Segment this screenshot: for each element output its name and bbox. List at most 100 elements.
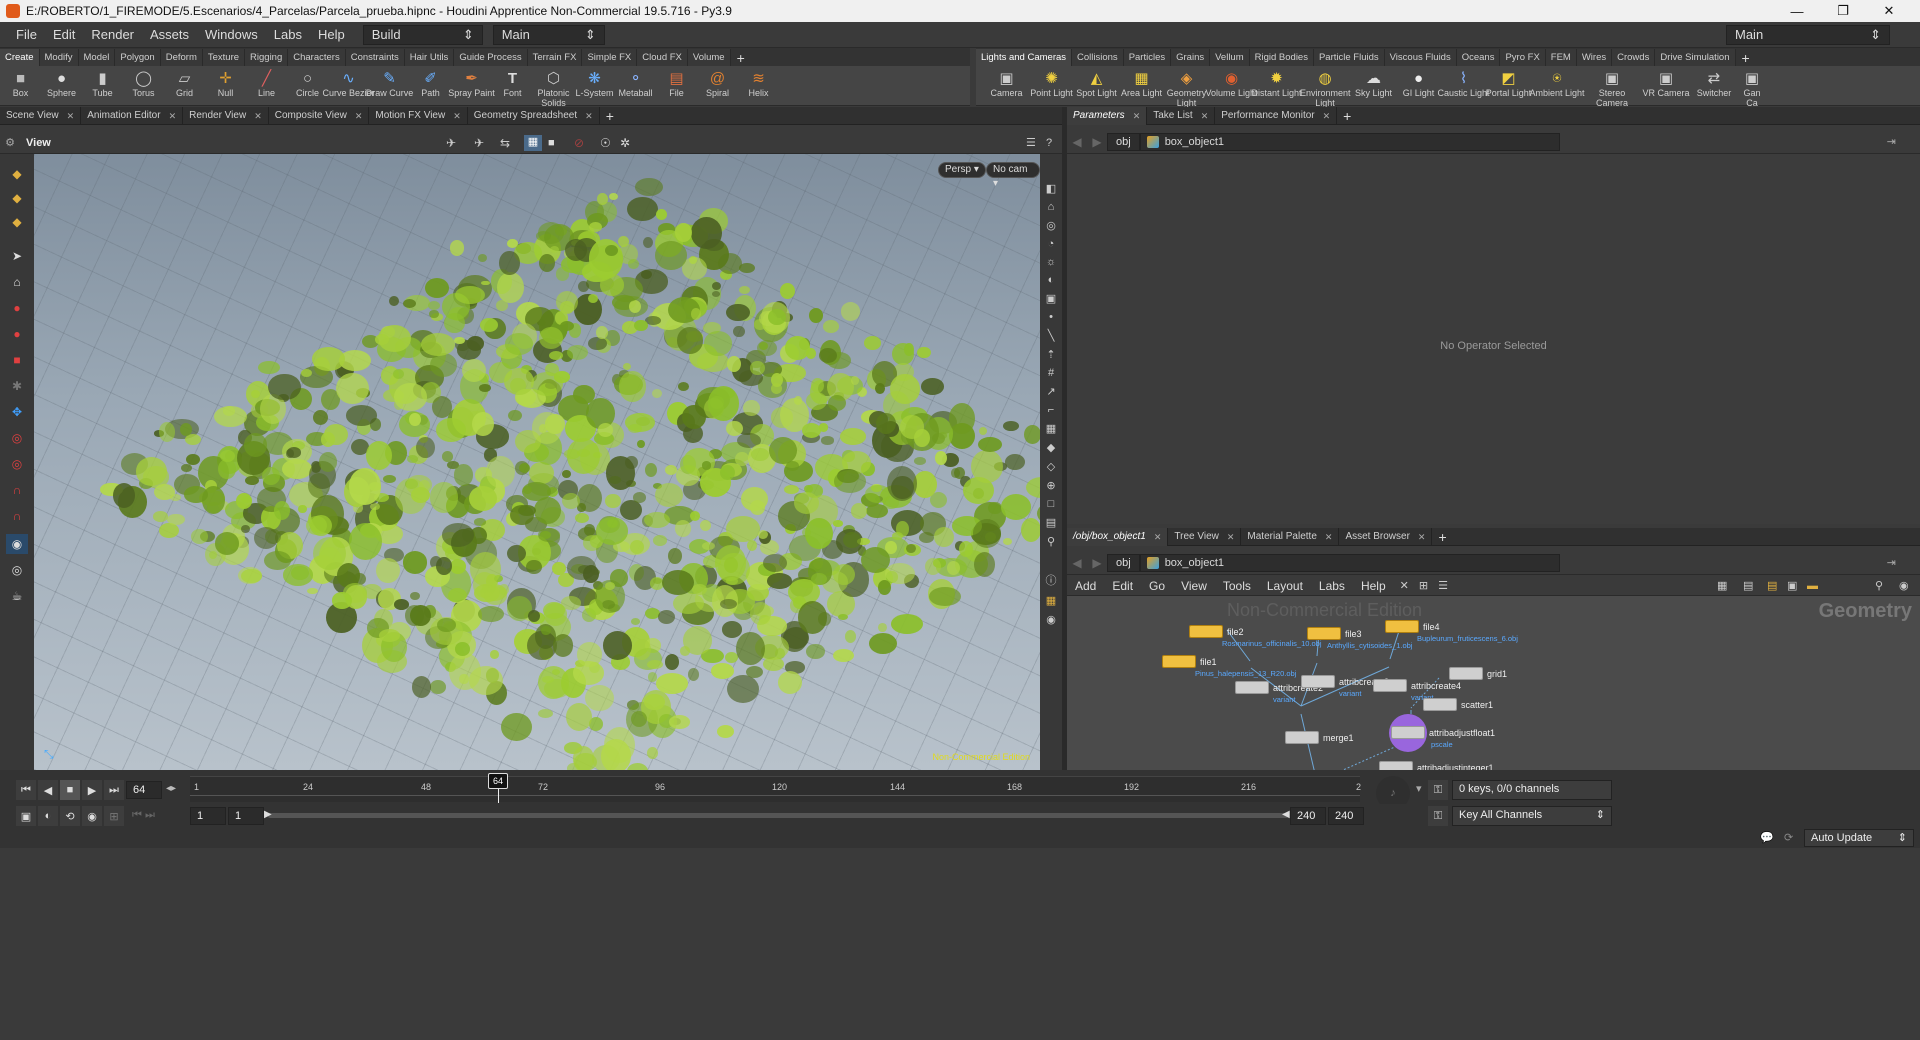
tab-performance-monitor[interactable]: Performance Monitor ✕ (1215, 106, 1338, 125)
path-root[interactable]: obj (1107, 553, 1140, 572)
shelf-tab-pyro-fx[interactable]: Pyro FX (1500, 49, 1546, 66)
no-entry-icon[interactable]: ⊘ (574, 136, 584, 150)
shelf-tab-drive-simulation[interactable]: Drive Simulation (1655, 49, 1736, 66)
normals-icon[interactable]: ⇡ (1046, 348, 1055, 361)
tool-geometry-light[interactable]: ◈ Geometry Light (1164, 66, 1209, 108)
close-tab-icon[interactable]: ✕ (1154, 528, 1162, 546)
net-menu-go[interactable]: Go (1141, 579, 1173, 593)
vector-icon[interactable]: ↗ (1046, 385, 1055, 398)
net-menu-view[interactable]: View (1173, 579, 1215, 593)
menu-file[interactable]: File (8, 27, 45, 42)
tool-grid[interactable]: ▱ Grid (164, 66, 205, 98)
main-desktop-select[interactable]: Main ⇕ (492, 24, 605, 45)
forward-arrow-icon[interactable]: ▶ (1087, 135, 1107, 149)
settings-icon[interactable]: ✲ (620, 136, 630, 150)
tab-animation-editor[interactable]: Animation Editor ✕ (81, 106, 184, 125)
settings-playbar-icon[interactable]: ◉ (82, 806, 102, 826)
tab-asset-browser[interactable]: Asset Browser ✕ (1339, 527, 1433, 546)
frame-marker[interactable]: 64 (488, 773, 508, 789)
menu-render[interactable]: Render (83, 27, 142, 42)
ghost-icon[interactable]: ◔ (1048, 238, 1055, 250)
shelf-tab-model[interactable]: Model (78, 49, 116, 66)
close-tab-icon[interactable]: ✕ (1201, 107, 1209, 125)
net-menu-add[interactable]: Add (1067, 579, 1104, 593)
shelf-tab-lights-cameras[interactable]: Lights and Cameras (976, 49, 1073, 66)
numbers-icon[interactable]: # (1048, 367, 1054, 379)
shelf-tab-modify[interactable]: Modify (39, 49, 79, 66)
shelf-tab-constraints[interactable]: Constraints (345, 49, 405, 66)
tool-gan-ca[interactable]: ▣ Gan Ca (1737, 66, 1767, 108)
minimize-icon[interactable]: — (1774, 0, 1820, 22)
close-tab-icon[interactable]: ✕ (1325, 528, 1333, 546)
menu-windows[interactable]: Windows (197, 27, 266, 42)
tab-parameters[interactable]: Parameters ✕ (1067, 106, 1148, 125)
shelf-tab-guide-process[interactable]: Guide Process (454, 49, 528, 66)
tool-tube[interactable]: ▮ Tube (82, 66, 123, 98)
net-menu-help[interactable]: Help (1353, 579, 1394, 593)
tab-tree-view[interactable]: Tree View ✕ (1168, 527, 1242, 546)
visibility-icon[interactable]: ◎ (1046, 219, 1056, 232)
tool-spot-light[interactable]: ◭ Spot Light (1074, 66, 1119, 98)
shelf-tab-rigid-bodies[interactable]: Rigid Bodies (1249, 49, 1314, 66)
node-grid1[interactable]: grid1 (1449, 667, 1507, 680)
network-editor[interactable]: Non-Commercial Edition Geometry file2 Ro… (1067, 596, 1920, 770)
prev-range-icon[interactable]: ⏮ ⏭ (132, 809, 155, 822)
snap-icon[interactable]: ◎ (6, 454, 28, 474)
shelf-tab-vellum[interactable]: Vellum (1210, 49, 1250, 66)
jump-end-icon[interactable]: ⏭ (104, 780, 124, 800)
chat-icon[interactable]: 💬 (1760, 831, 1774, 844)
global-anim-icon[interactable]: ⊞ (104, 806, 124, 826)
start-frame2-field[interactable]: 1 (228, 807, 264, 825)
snapshot-icon[interactable]: ☉ (600, 136, 611, 150)
node-merge1[interactable]: merge1 (1285, 731, 1354, 744)
tool-spiral[interactable]: @ Spiral (697, 66, 738, 99)
shelf-tab-polygon[interactable]: Polygon (115, 49, 161, 66)
net-menu-edit[interactable]: Edit (1104, 579, 1141, 593)
grid-view-icon[interactable]: ▦ (1717, 579, 1727, 592)
menu-labs[interactable]: Labs (266, 27, 310, 42)
viewport-layout-icon[interactable]: ☰ (1026, 136, 1036, 149)
menu-edit[interactable]: Edit (45, 27, 83, 42)
step-frame-icon[interactable]: ◂▸ (166, 783, 176, 794)
tool-torus[interactable]: ◯ Torus (123, 66, 164, 98)
net-menu-layout[interactable]: Layout (1259, 579, 1311, 593)
add-tab-icon[interactable]: + (600, 108, 620, 124)
loop-icon[interactable]: ⟲ (60, 806, 80, 826)
transform-tool-icon[interactable]: ● (6, 298, 28, 318)
grid-display-icon[interactable]: ▦ (1046, 422, 1056, 435)
shelf-tab-wires[interactable]: Wires (1576, 49, 1613, 66)
tool-point-light[interactable]: ✺ Point Light (1029, 66, 1074, 98)
back-arrow-icon[interactable]: ◀ (1067, 556, 1087, 570)
net-menu-tools[interactable]: Tools (1215, 579, 1259, 593)
viewport-tool2-icon[interactable]: ✈ (474, 136, 484, 150)
xray-icon[interactable]: ⊕ (1046, 479, 1055, 492)
key-all-icon[interactable]: ⚿ (1428, 806, 1448, 826)
view-menu-icon[interactable]: ⚙ (0, 136, 20, 149)
tool-font[interactable]: T Font (492, 66, 533, 99)
tool-stereo-camera[interactable]: ▣ Stereo Camera (1583, 66, 1641, 108)
close-tab-icon[interactable]: ✕ (254, 107, 262, 125)
dropdown-icon[interactable]: ▾ (1416, 782, 1422, 795)
tree-icon[interactable]: ⊞ (1419, 579, 1428, 592)
net-menu-labs[interactable]: Labs (1311, 579, 1353, 593)
brush-tool-icon[interactable]: ◆ (6, 188, 28, 208)
tool-line[interactable]: ╱ Line (246, 66, 287, 98)
shelf-tab-characters[interactable]: Characters (288, 49, 346, 66)
shelf-tab-hair-utils[interactable]: Hair Utils (404, 49, 455, 66)
realtime-toggle-icon[interactable]: ▣ (16, 806, 36, 826)
pointer-tool-icon[interactable]: ➤ (6, 246, 28, 266)
lights-icon[interactable]: ☼ (1046, 256, 1056, 268)
magnet-icon[interactable]: ◎ (6, 428, 28, 448)
add-tab-icon[interactable]: + (1337, 108, 1357, 124)
timeline-ruler[interactable]: 1 24 48 72 96 120 144 168 192 216 2 64 (190, 773, 1361, 803)
shelf-tab-rigging[interactable]: Rigging (245, 49, 289, 66)
layout-icon[interactable]: ▦ (1046, 594, 1056, 607)
tool-area-light[interactable]: ▦ Area Light (1119, 66, 1164, 98)
shelf-tab-deform[interactable]: Deform (160, 49, 203, 66)
menu-assets[interactable]: Assets (142, 27, 197, 42)
tool-vr-camera[interactable]: ▣ VR Camera (1641, 66, 1691, 98)
close-tab-icon[interactable]: ✕ (67, 107, 75, 125)
backface-icon[interactable]: ◆ (1047, 441, 1055, 454)
shelf-tab-terrain-fx[interactable]: Terrain FX (527, 49, 583, 66)
tool-metaball[interactable]: ⚬ Metaball (615, 66, 656, 98)
